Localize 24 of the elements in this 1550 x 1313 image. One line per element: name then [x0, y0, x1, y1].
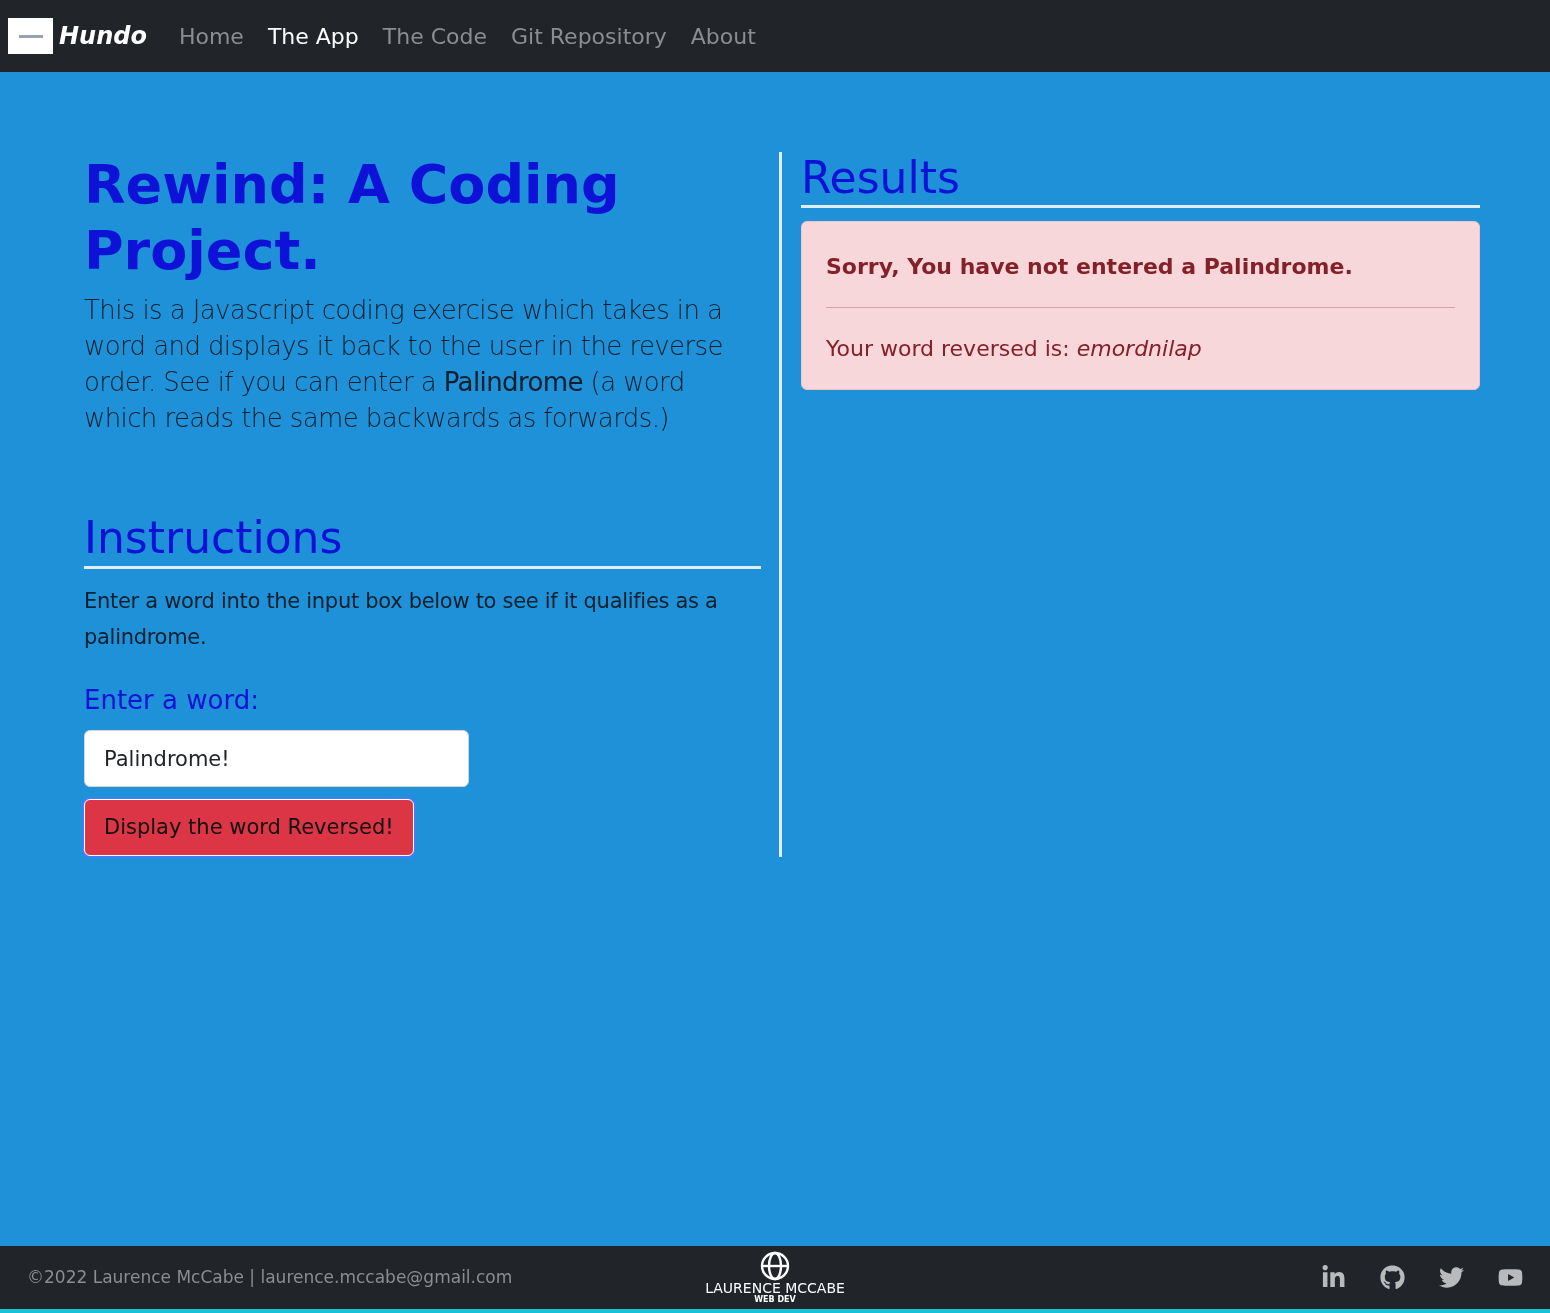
- display-reversed-button[interactable]: Display the word Reversed!: [84, 799, 414, 856]
- twitter-icon[interactable]: [1439, 1265, 1464, 1290]
- intro-paragraph: This is a Javascript coding exercise which takes in a word and displays it back to the user in the reverse order. See if you can enter a Palindrome (a word which reads the same backwards as forwards.): [84, 294, 724, 435]
- brand-logo-icon[interactable]: [8, 18, 53, 54]
- footer-logo-tagline: WEB DEV: [754, 1295, 796, 1304]
- brand-name[interactable]: Hundo: [59, 18, 147, 54]
- nav-link[interactable]: Git Repository: [511, 19, 667, 53]
- github-icon[interactable]: [1380, 1265, 1405, 1290]
- linkedin-icon[interactable]: [1321, 1265, 1346, 1290]
- nav-link[interactable]: About: [690, 19, 756, 53]
- word-input-field[interactable]: Palindrome!: [84, 730, 469, 787]
- nav-link[interactable]: The App: [267, 19, 359, 53]
- alert-title: Sorry, You have not entered a Palindrome.: [826, 253, 1354, 281]
- nav-link[interactable]: The Code: [382, 19, 488, 53]
- reversed-word-text: Your word reversed is: emordnilap: [826, 335, 1203, 363]
- nav-link[interactable]: Home: [178, 19, 244, 53]
- input-label: Enter a word:: [84, 684, 260, 717]
- footer-logo-name: LAURENCE MCCABE: [705, 1281, 845, 1295]
- footer-copyright: ©2022 Laurence McCabe | laurence.mccabe@gmail.com: [27, 1266, 513, 1287]
- instructions-text: Enter a word into the input box below to see if it qualifies as a palindrome.: [84, 588, 719, 651]
- section-heading: Instructions: [84, 512, 761, 569]
- page-title: Rewind: A Coding Project.: [84, 152, 621, 284]
- section-heading: Results: [801, 152, 1480, 208]
- globe-icon: [760, 1251, 790, 1281]
